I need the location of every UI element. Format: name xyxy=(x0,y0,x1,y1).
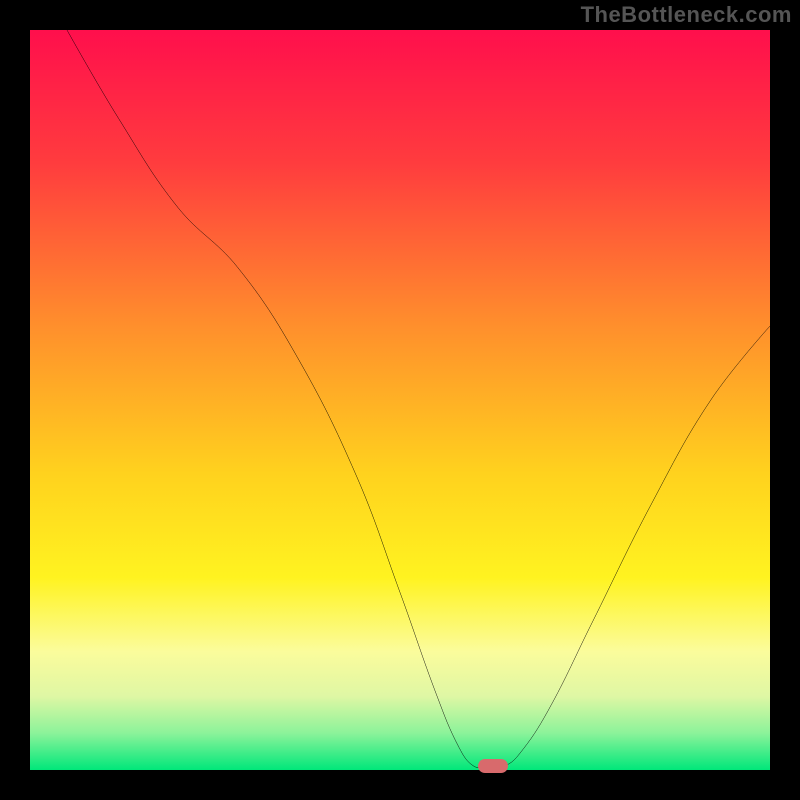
optimal-point-marker xyxy=(478,759,508,773)
plot-area xyxy=(30,30,770,770)
bottleneck-curve xyxy=(30,30,770,770)
chart-frame: TheBottleneck.com xyxy=(0,0,800,800)
watermark-text: TheBottleneck.com xyxy=(581,2,792,28)
